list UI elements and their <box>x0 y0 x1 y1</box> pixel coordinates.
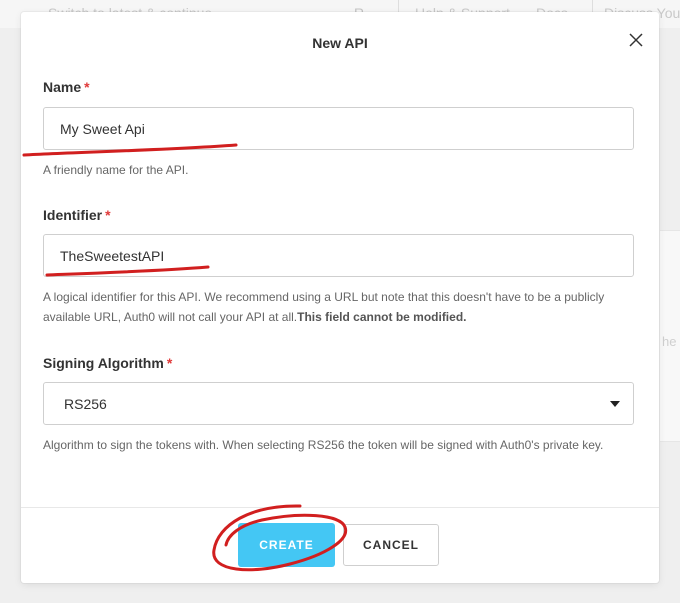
signing-algorithm-select[interactable]: RS256 <box>43 382 634 425</box>
new-api-dialog: New API Name* A friendly name for the AP… <box>21 12 659 583</box>
dialog-title: New API <box>312 35 368 51</box>
name-input[interactable] <box>43 107 634 150</box>
close-icon <box>629 33 643 47</box>
identifier-input[interactable] <box>43 234 634 277</box>
identifier-label: Identifier * <box>43 207 111 223</box>
required-marker: * <box>105 207 111 223</box>
chevron-down-icon <box>610 401 620 407</box>
create-button[interactable]: CREATE <box>238 523 335 567</box>
name-help-text: A friendly name for the API. <box>43 163 189 177</box>
name-label: Name * <box>43 79 90 95</box>
cancel-button[interactable]: CANCEL <box>343 524 439 566</box>
signing-algorithm-help-text: Algorithm to sign the tokens with. When … <box>43 438 604 452</box>
identifier-help-text: A logical identifier for this API. We re… <box>43 287 635 327</box>
signing-algorithm-label: Signing Algorithm * <box>43 355 172 371</box>
identifier-label-text: Identifier <box>43 207 103 223</box>
close-button[interactable] <box>626 30 646 50</box>
required-marker: * <box>84 79 90 95</box>
footer-divider <box>21 507 659 508</box>
background-side-text: he <box>662 334 677 349</box>
required-marker: * <box>166 355 173 371</box>
signing-algorithm-value: RS256 <box>64 396 107 412</box>
identifier-help-emphasis: This field cannot be modified. <box>297 310 467 324</box>
signing-algorithm-label-text: Signing Algorithm <box>43 355 164 371</box>
name-label-text: Name <box>43 79 82 95</box>
